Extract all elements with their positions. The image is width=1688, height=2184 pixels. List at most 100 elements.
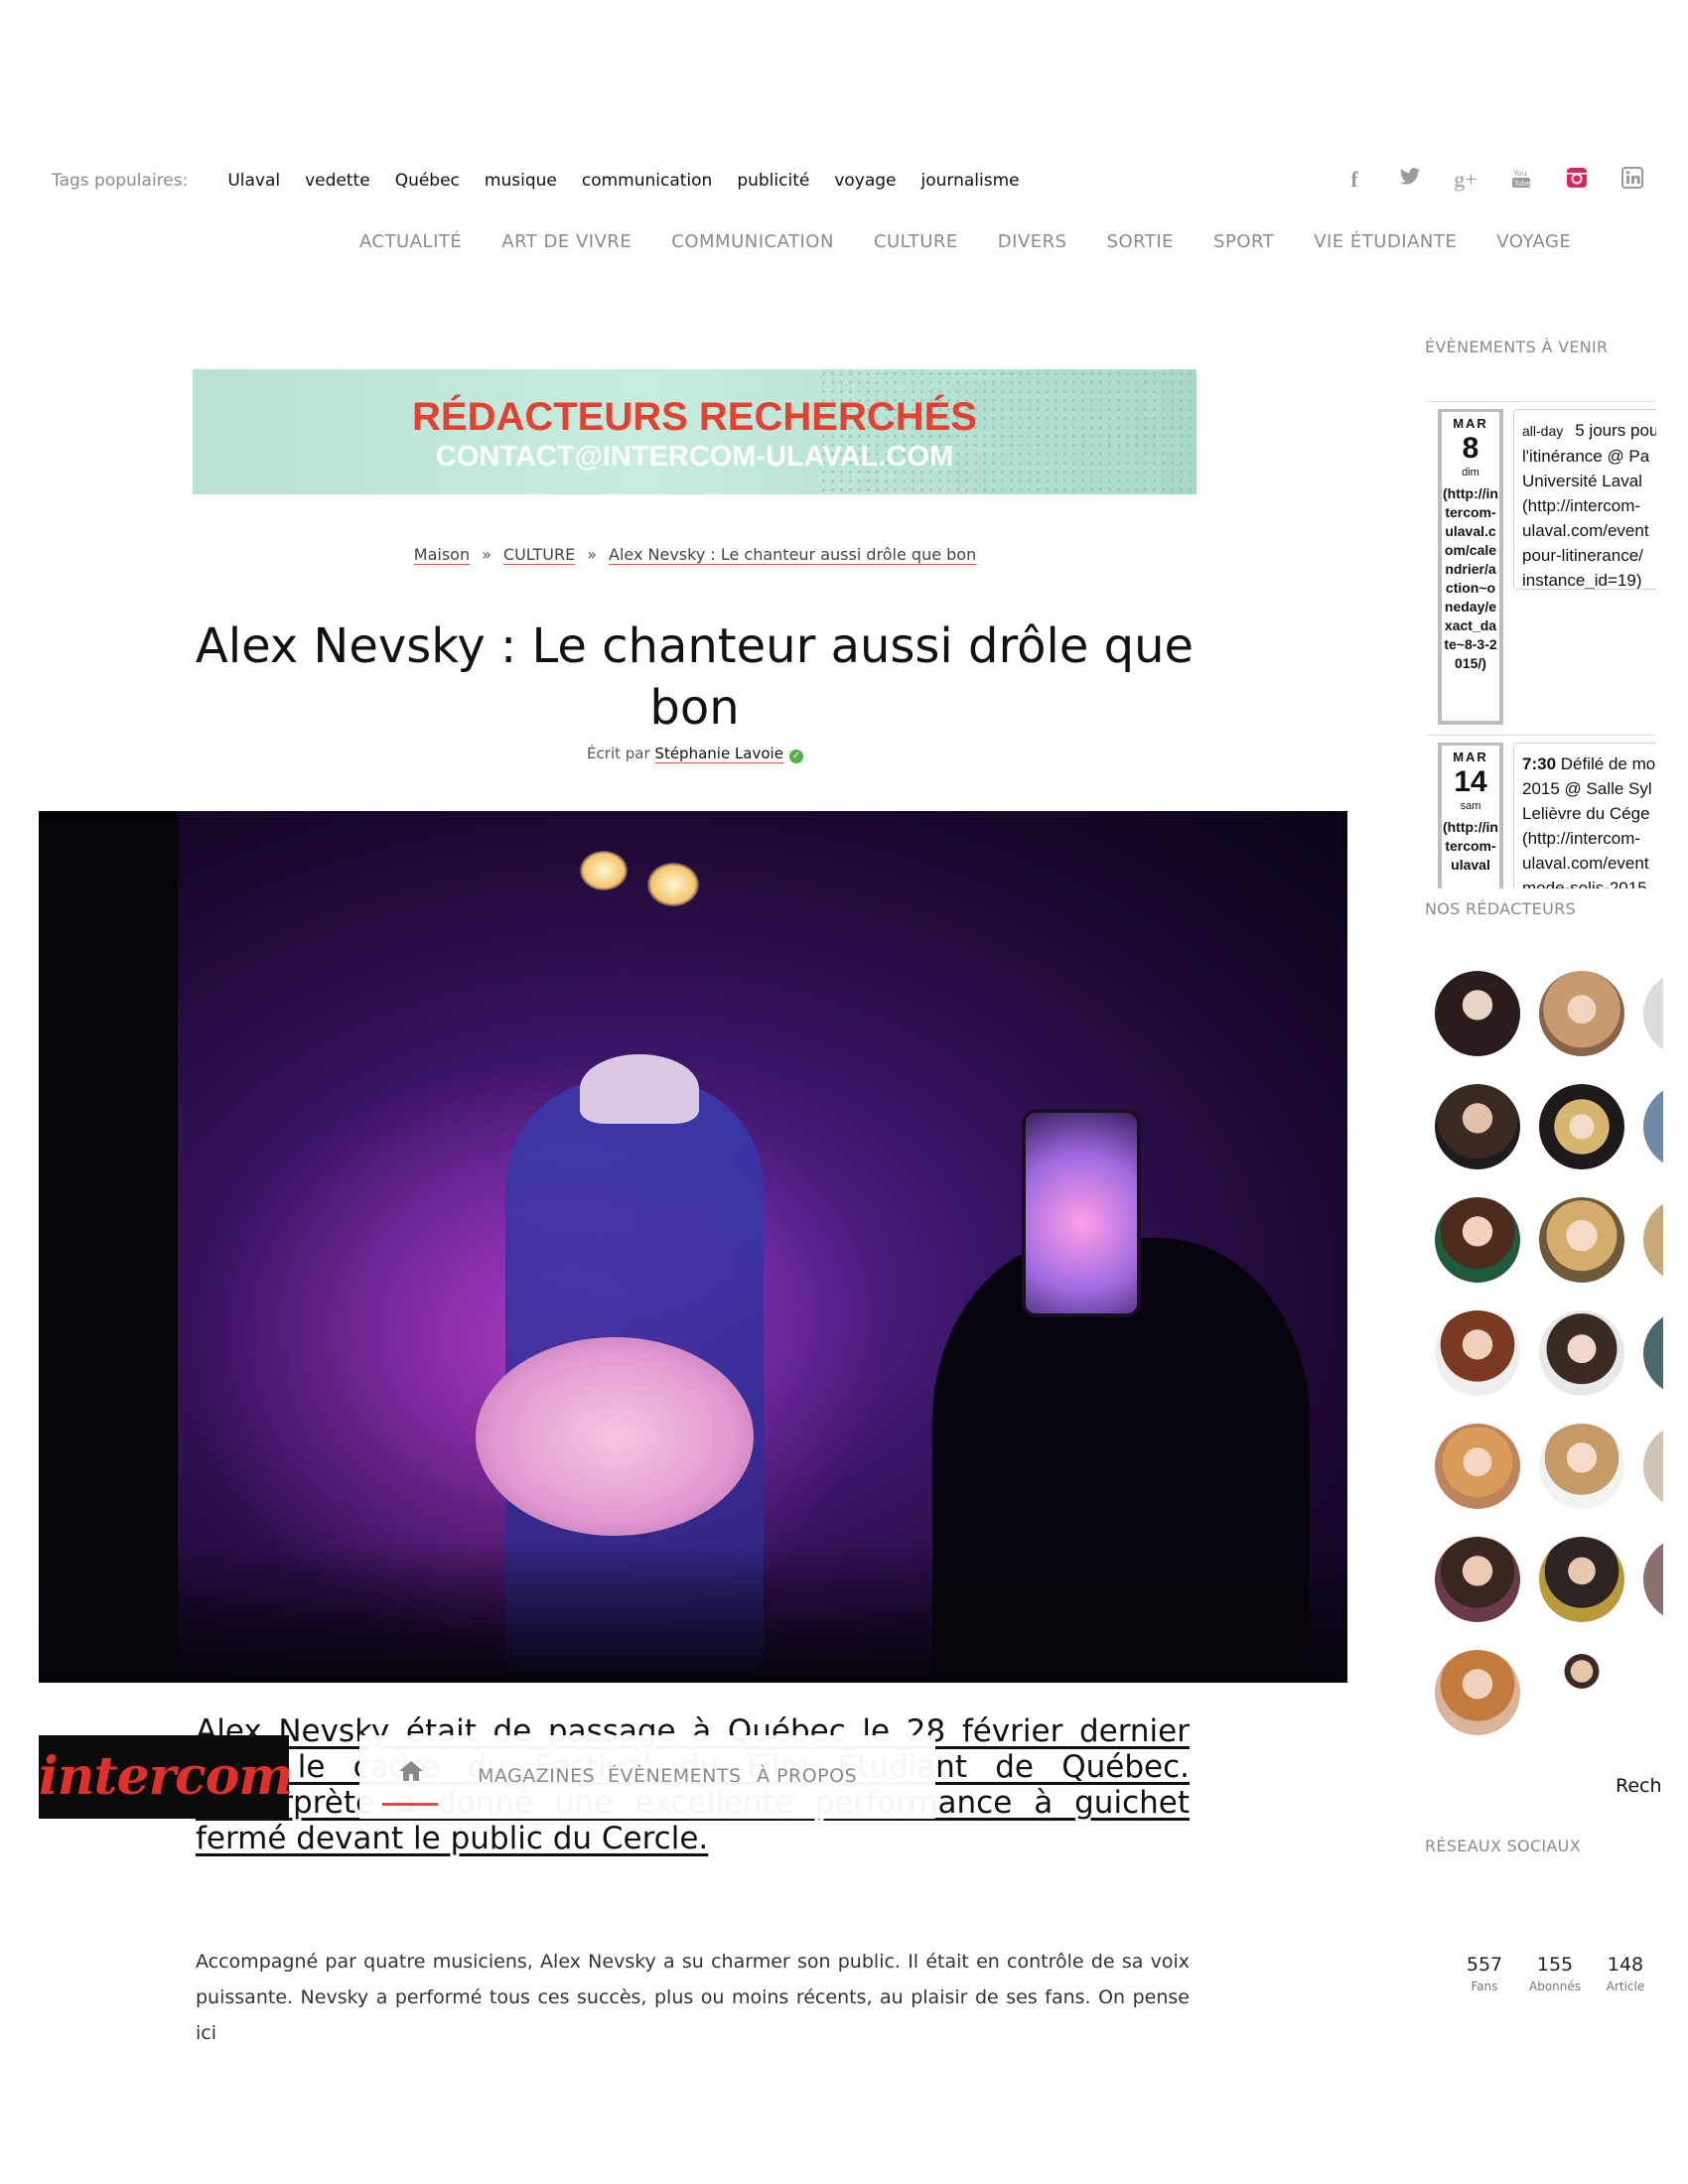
- writer-avatar[interactable]: [1539, 1537, 1624, 1622]
- tag-link[interactable]: journalisme: [921, 171, 1020, 191]
- nav-item-sortie[interactable]: SORTIE: [1107, 231, 1174, 252]
- writer-avatar[interactable]: [1643, 1310, 1663, 1396]
- followers-label: Abonnés: [1528, 1979, 1581, 1993]
- svg-text:You: You: [1512, 169, 1527, 178]
- event-line: ulaval.com/event: [1522, 521, 1649, 540]
- followers-stat[interactable]: 155 Abonnés: [1520, 1954, 1590, 1993]
- divider: [1425, 401, 1655, 402]
- recruitment-banner[interactable]: RÉDACTEURS RECHERCHÉS CONTACT@INTERCOM-U…: [193, 369, 1196, 494]
- writer-avatar[interactable]: [1435, 1084, 1520, 1169]
- tag-link[interactable]: Ulaval: [227, 171, 280, 191]
- event-time: 7:30: [1522, 754, 1557, 773]
- breadcrumb-home[interactable]: Maison: [414, 545, 470, 564]
- writer-avatar[interactable]: [1435, 1537, 1520, 1622]
- tag-link[interactable]: musique: [485, 171, 557, 191]
- linkedin-icon[interactable]: [1605, 167, 1660, 195]
- writer-avatar[interactable]: [1643, 1537, 1663, 1622]
- sticky-nav-bar: intercom MAGAZINES ÉVÈNEMENTS À PROPOS: [39, 1735, 1171, 1819]
- followers-count: 155: [1536, 1954, 1574, 1976]
- stage-light: [647, 863, 699, 906]
- active-tab-indicator: [382, 1803, 438, 1806]
- intercom-logo[interactable]: intercom: [39, 1735, 293, 1819]
- writer-avatar[interactable]: [1539, 1310, 1624, 1396]
- nav-item-evenements[interactable]: ÉVÈNEMENTS: [608, 1765, 742, 1787]
- byline-prefix: Écrit par: [587, 745, 650, 762]
- articles-label: Article: [1606, 1979, 1645, 1993]
- event-weekday: dim: [1462, 467, 1479, 478]
- writer-avatar[interactable]: [1435, 1310, 1520, 1396]
- event-date-box: MAR 8 dim (http://intercom-ulaval.com/ca…: [1438, 409, 1503, 725]
- event-title: Défilé de mode: [1560, 754, 1656, 773]
- google-plus-icon[interactable]: g+: [1438, 167, 1493, 195]
- nav-item-voyage[interactable]: VOYAGE: [1496, 231, 1571, 252]
- event-line: ulaval.com/event: [1522, 854, 1649, 873]
- event-line: (http://intercom-: [1522, 496, 1641, 515]
- writer-avatar[interactable]: [1539, 971, 1624, 1056]
- writer-avatar[interactable]: [1435, 1650, 1520, 1735]
- youtube-icon[interactable]: You Tube: [1493, 167, 1549, 195]
- nav-item-communication[interactable]: COMMUNICATION: [671, 231, 834, 252]
- event-line: l'itinérance @ Pa: [1522, 447, 1650, 466]
- nav-item-vie-etudiante[interactable]: VIE ÉTUDIANTE: [1314, 231, 1457, 252]
- breadcrumb: Maison » CULTURE » Alex Nevsky : Le chanteur…: [0, 545, 1390, 564]
- nav-item-sport[interactable]: SPORT: [1213, 231, 1274, 252]
- writer-avatar[interactable]: [1643, 1424, 1663, 1509]
- verified-check-icon: ✓: [788, 750, 803, 763]
- nav-item-actualite[interactable]: ACTUALITÉ: [359, 231, 462, 252]
- writer-avatar[interactable]: [1539, 1424, 1624, 1509]
- writers-grid: [1435, 971, 1663, 1745]
- all-day-badge: all-day: [1522, 423, 1564, 439]
- fans-stat[interactable]: 557 Fans: [1450, 1954, 1519, 1993]
- writer-avatar[interactable]: [1539, 1650, 1624, 1735]
- event-details: 7:30 Défilé de mode 2015 @ Salle Syl Lel…: [1513, 743, 1656, 888]
- writer-avatar[interactable]: [1435, 971, 1520, 1056]
- twitter-icon[interactable]: [1382, 167, 1438, 195]
- writer-avatar[interactable]: [1435, 1197, 1520, 1283]
- tag-link[interactable]: voyage: [834, 171, 896, 191]
- search-label[interactable]: Rech: [1616, 1775, 1662, 1797]
- fans-label: Fans: [1471, 1979, 1498, 1993]
- event-date-box: MAR 14 sam (http://intercom-ulaval: [1438, 743, 1503, 888]
- nav-item-culture[interactable]: CULTURE: [874, 231, 958, 252]
- author-link[interactable]: Stéphanie Lavoie: [654, 745, 783, 762]
- event-month: MAR: [1453, 416, 1488, 431]
- facebook-icon[interactable]: f: [1327, 167, 1382, 195]
- event-item[interactable]: MAR 8 dim (http://intercom-ulaval.com/ca…: [1438, 409, 1656, 725]
- nav-item-art-de-vivre[interactable]: ART DE VIVRE: [501, 231, 632, 252]
- tag-link[interactable]: vedette: [305, 171, 370, 191]
- tag-link[interactable]: publicité: [737, 171, 809, 191]
- writer-avatar[interactable]: [1539, 1084, 1624, 1169]
- svg-text:Tube: Tube: [1513, 180, 1530, 188]
- article-title: Alex Nevsky : Le chanteur aussi drôle qu…: [195, 618, 1195, 736]
- hero-shadow: [39, 1544, 1347, 1683]
- writer-avatar[interactable]: [1643, 1197, 1663, 1283]
- writer-avatar[interactable]: [1643, 971, 1663, 1056]
- nav-item-a-propos[interactable]: À PROPOS: [757, 1765, 857, 1787]
- writer-avatar[interactable]: [1643, 1084, 1663, 1169]
- nav-item-divers[interactable]: DIVERS: [998, 231, 1067, 252]
- breadcrumb-current[interactable]: Alex Nevsky : Le chanteur aussi drôle qu…: [609, 545, 976, 564]
- home-icon[interactable]: [397, 1759, 425, 1790]
- articles-stat[interactable]: 148 Article: [1591, 1954, 1660, 1993]
- event-date-url[interactable]: (http://intercom-ulaval: [1442, 812, 1499, 875]
- event-month: MAR: [1453, 750, 1488, 764]
- singer-hat: [580, 1054, 699, 1124]
- event-title: 5 jours pour l'itinérance @ Pavillon: [1575, 421, 1656, 440]
- instagram-icon[interactable]: [1549, 167, 1605, 195]
- breadcrumb-category[interactable]: CULTURE: [503, 545, 575, 564]
- writer-avatar[interactable]: [1539, 1197, 1624, 1283]
- writer-avatar[interactable]: [1435, 1424, 1520, 1509]
- sticky-nav: MAGAZINES ÉVÈNEMENTS À PROPOS: [359, 1735, 935, 1819]
- event-line: instance_id=19): [1522, 571, 1642, 590]
- event-line: 2015 @ Salle Syl: [1522, 779, 1652, 798]
- guitar-figure: [476, 1337, 754, 1536]
- tag-link[interactable]: Québec: [395, 171, 460, 191]
- stage-light: [580, 851, 628, 890]
- event-date-url[interactable]: (http://intercom-ulaval.com/calendrier/a…: [1442, 478, 1499, 673]
- event-item[interactable]: MAR 14 sam (http://intercom-ulaval 7:30 …: [1438, 743, 1656, 888]
- tags-label: Tags populaires:: [52, 171, 189, 191]
- event-line: Lelièvre du Cége: [1522, 804, 1650, 823]
- nav-item-magazines[interactable]: MAGAZINES: [478, 1765, 595, 1787]
- tag-link[interactable]: communication: [582, 171, 712, 191]
- event-day: 8: [1462, 432, 1479, 465]
